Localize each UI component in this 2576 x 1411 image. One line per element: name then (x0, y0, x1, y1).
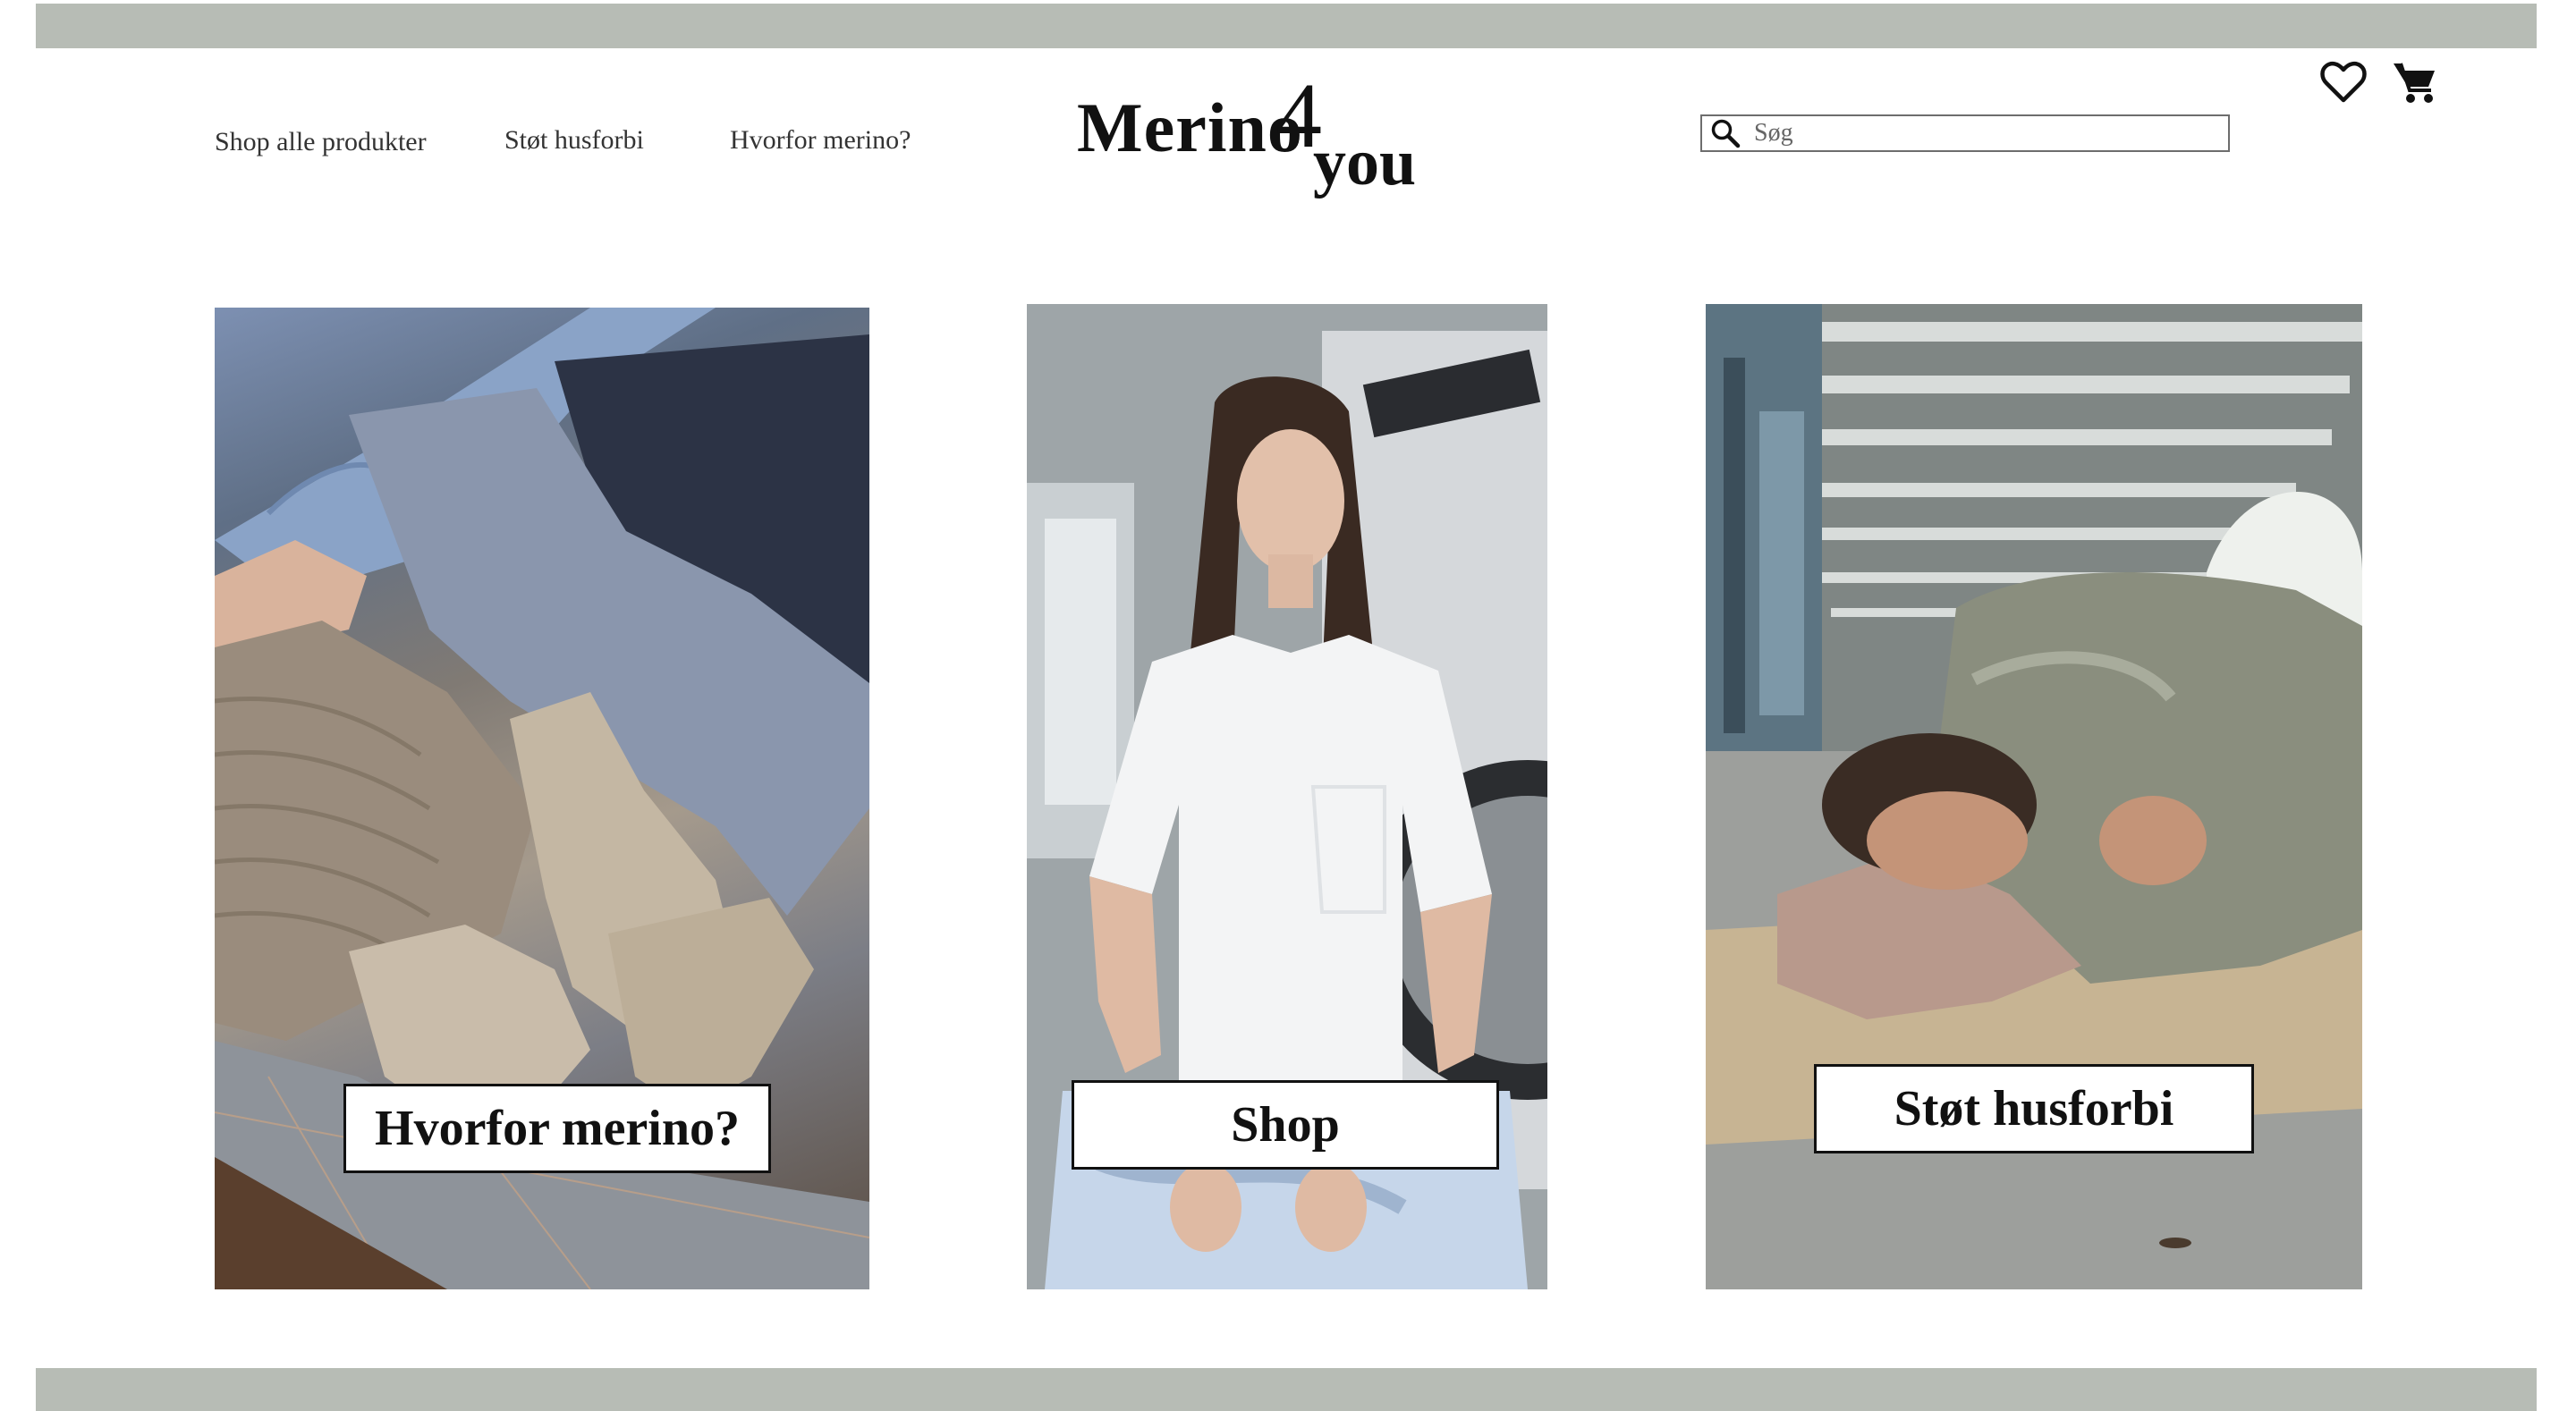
card-support-husforbi[interactable]: Støt husforbi (1706, 304, 2362, 1289)
card-label-shop[interactable]: Shop (1072, 1080, 1499, 1170)
search-bar[interactable] (1700, 114, 2230, 152)
wishlist-button[interactable] (2317, 55, 2370, 109)
cart-button[interactable] (2388, 55, 2442, 109)
search-icon[interactable] (1706, 116, 1745, 150)
logo-merino: Merino (1077, 89, 1303, 166)
logo[interactable]: Merino 4 you (1073, 64, 1440, 202)
card-label-why-merino[interactable]: Hvorfor merino? (343, 1084, 771, 1173)
card-label-support-husforbi[interactable]: Støt husforbi (1814, 1064, 2254, 1153)
nav-shop-all-products[interactable]: Shop alle produkter (215, 127, 427, 157)
top-band (36, 4, 2537, 48)
card-why-merino[interactable]: Hvorfor merino? (215, 308, 869, 1289)
logo-you: you (1313, 126, 1417, 199)
heart-icon (2320, 61, 2367, 103)
nav-support-husforbi[interactable]: Støt husforbi (504, 125, 644, 156)
card-shop[interactable]: Shop (1027, 304, 1547, 1289)
page: Shop alle produkter Støt husforbi Hvorfo… (0, 0, 2576, 1411)
nav-why-merino[interactable]: Hvorfor merino? (730, 125, 911, 156)
search-input[interactable] (1745, 119, 2228, 148)
bottom-band (36, 1368, 2537, 1411)
cart-icon (2394, 63, 2435, 103)
